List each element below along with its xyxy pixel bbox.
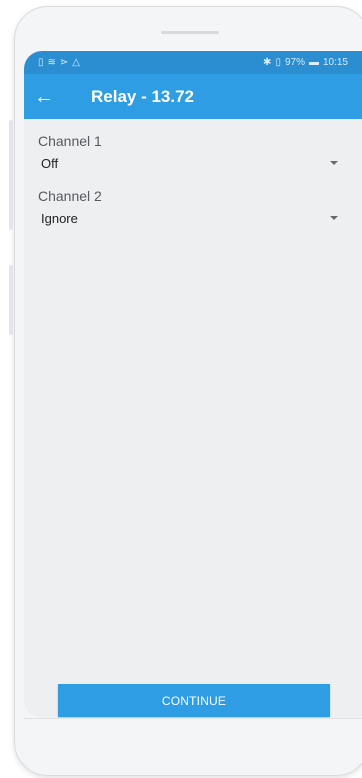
channel-2-dropdown[interactable]: Ignore	[38, 207, 344, 229]
battery-icon: ▬	[308, 57, 319, 68]
bluetooth-icon: ✱	[263, 57, 272, 68]
channel-1-label: Channel 1	[38, 133, 102, 149]
channel-1-value: Off	[41, 155, 59, 171]
channel-1-field: Channel 1 Off	[38, 133, 344, 174]
continue-button[interactable]: CONTINUE	[58, 684, 330, 717]
status-right: ✱ ▯ 97% ▬ 10:15	[263, 57, 348, 68]
channel-2-label: Channel 2	[38, 188, 102, 204]
side-button-upper	[9, 120, 13, 230]
bottom-divider	[24, 718, 362, 719]
status-bar: ▯ ≋ ⋗ △ ✱ ▯ 97% ▬ 10:15	[24, 51, 362, 74]
page-title: Relay - 13.72	[91, 86, 195, 106]
status-left-icons: ▯ ≋ ⋗ △	[38, 57, 80, 68]
dropdown-arrow-icon	[330, 216, 338, 220]
clock-time: 10:15	[322, 57, 348, 68]
app-bar: ← Relay - 13.72	[24, 74, 362, 119]
earpiece-speaker	[161, 31, 219, 34]
vibrate-icon: ▯	[275, 57, 281, 68]
channel-2-value: Ignore	[41, 210, 78, 226]
channel-1-dropdown[interactable]: Off	[38, 152, 344, 174]
cast-icon: ⋗	[59, 57, 69, 68]
channel-2-field: Channel 2 Ignore	[38, 188, 344, 229]
battery-percent: 97%	[284, 57, 305, 68]
dropdown-arrow-icon	[330, 161, 338, 165]
form-content: Channel 1 Off Channel 2 Ignore	[24, 133, 362, 229]
wifi-icon: ≋	[47, 57, 56, 68]
sim-icon: ▯	[38, 57, 44, 68]
device-frame: ▯ ≋ ⋗ △ ✱ ▯ 97% ▬ 10:15 ← Relay - 13.72 …	[0, 0, 362, 778]
warning-icon: △	[72, 57, 80, 68]
app-screen: ▯ ≋ ⋗ △ ✱ ▯ 97% ▬ 10:15 ← Relay - 13.72 …	[24, 51, 362, 718]
back-arrow-icon[interactable]: ←	[34, 87, 74, 107]
side-button-lower	[9, 265, 13, 335]
